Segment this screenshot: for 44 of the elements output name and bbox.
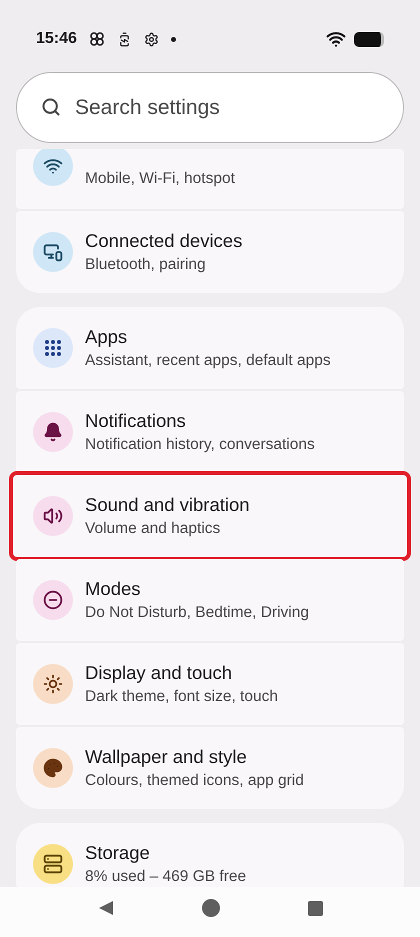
home-icon[interactable]: [202, 899, 220, 917]
item-title: Display and touch: [85, 661, 234, 685]
recents-icon[interactable]: [308, 900, 322, 916]
clock: 15:46: [36, 29, 77, 49]
item-title: Apps: [85, 325, 128, 349]
app-grid-icon: [44, 339, 62, 357]
minus-circle-icon: [43, 590, 63, 610]
fan-icon: [88, 31, 105, 47]
settings-item[interactable]: Wallpaper and style Colours, themed icons, app grid: [16, 727, 404, 809]
battery-icon: [354, 32, 384, 46]
item-subtitle: Dark theme, font size, touch: [85, 687, 278, 707]
settings-item[interactable]: Mobile, Wi-Fi, hotspot: [16, 149, 404, 209]
palette-icon: [43, 758, 63, 778]
item-title: Connected devices: [85, 229, 242, 253]
item-title: Wallpaper and style: [85, 745, 248, 769]
settings-icon: [144, 32, 159, 46]
item-subtitle: Mobile, Wi-Fi, hotspot: [85, 169, 235, 189]
search-field[interactable]: Search settings: [16, 72, 404, 143]
item-subtitle: Notification history, conversations: [85, 435, 315, 455]
item-subtitle: Do Not Disturb, Bedtime, Driving: [85, 603, 309, 623]
item-title: Sound and vibration: [85, 493, 250, 517]
item-subtitle: 8% used – 469 GB free: [85, 867, 246, 887]
settings-item[interactable]: Display and touch Dark theme, font size, touch: [16, 643, 404, 725]
item-title: Modes: [85, 577, 142, 601]
speaker-icon: [43, 506, 63, 526]
bell-icon: [43, 422, 63, 442]
settings-item[interactable]: Storage 8% used – 469 GB free: [16, 823, 404, 887]
settings-item[interactable]: Apps Assistant, recent apps, default apps: [16, 307, 404, 389]
item-subtitle: Assistant, recent apps, default apps: [85, 351, 331, 371]
settings-item[interactable]: Notifications Notification history, conversations: [16, 391, 404, 473]
devices-icon: [43, 242, 63, 262]
storage-icon: [43, 854, 63, 874]
item-title: Storage: [85, 841, 151, 865]
wifi-signal-icon: [326, 29, 346, 49]
settings-item[interactable]: Connected devices Bluetooth, pairing: [16, 211, 404, 293]
item-title: Notifications: [85, 409, 187, 433]
brightness-icon: [43, 674, 63, 694]
back-icon[interactable]: [98, 900, 114, 916]
search-icon: [41, 97, 61, 117]
settings-item[interactable]: Sound and vibration Volume and haptics: [13, 475, 407, 557]
item-subtitle: Colours, themed icons, app grid: [85, 771, 304, 791]
item-subtitle: Volume and haptics: [85, 519, 222, 539]
settings-item[interactable]: Modes Do Not Disturb, Bedtime, Driving: [16, 559, 404, 641]
item-subtitle: Bluetooth, pairing: [85, 255, 207, 275]
